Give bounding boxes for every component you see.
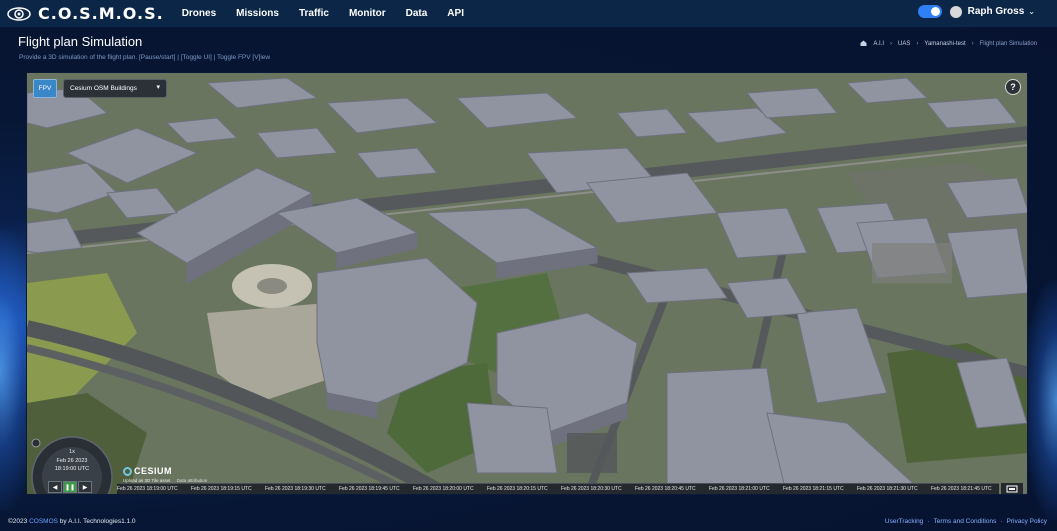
cesium-logo[interactable]: CESIUM xyxy=(123,466,172,476)
animation-date: Feb 26 2023 xyxy=(56,458,88,464)
home-icon[interactable] xyxy=(860,40,867,48)
timeline-label: Feb 26 2023 18:20:45 UTC xyxy=(635,486,696,492)
breadcrumb-item-aii[interactable]: A.I.I xyxy=(873,41,884,47)
copyright-prefix: ©2023 xyxy=(8,518,28,525)
layer-select[interactable]: Cesium OSM Buildings ▾ xyxy=(63,79,167,98)
fullscreen-icon xyxy=(1006,485,1018,493)
nav-missions[interactable]: Missions xyxy=(236,8,279,19)
timeline-label: Feb 26 2023 18:20:30 UTC xyxy=(561,486,622,492)
timeline-label: Feb 26 2023 18:21:15 UTC xyxy=(783,486,844,492)
breadcrumb-separator: › xyxy=(916,41,919,47)
user-name[interactable]: Raph Gross xyxy=(968,6,1025,17)
copyright: ©2023 COSMOS by A.I.I. Technologies1.1.0 xyxy=(8,518,136,525)
page-title: Flight plan Simulation xyxy=(18,34,143,49)
user-avatar[interactable] xyxy=(949,5,962,18)
footer-link-terms[interactable]: Terms and Conditions xyxy=(933,518,996,525)
rewind-button[interactable]: ◀ xyxy=(48,481,62,493)
animation-widget[interactable]: 1x Feb 26 2023 18:19:00 UTC ◀ ❚❚ ▶ xyxy=(30,435,114,494)
timeline-label: Feb 26 2023 18:19:00 UTC xyxy=(117,486,178,492)
nav-api[interactable]: API xyxy=(447,8,464,19)
user-area: Raph Gross ⌄ xyxy=(917,5,1035,18)
top-navbar: C.O.S.M.O.S. Drones Missions Traffic Mon… xyxy=(0,0,1057,27)
timeline-label: Feb 26 2023 18:20:00 UTC xyxy=(413,486,474,492)
chevron-down-icon: ▾ xyxy=(156,84,160,91)
breadcrumb-item-current: Flight plan Simulation xyxy=(979,41,1037,47)
footer: ©2023 COSMOS by A.I.I. Technologies1.1.0… xyxy=(0,512,1057,531)
animation-time: 18:19:00 UTC xyxy=(54,466,90,472)
layer-select-value: Cesium OSM Buildings xyxy=(70,85,137,92)
breadcrumb-item-project[interactable]: Yamanashi-test xyxy=(924,41,965,47)
help-button[interactable]: ? xyxy=(1005,79,1021,95)
breadcrumb: A.I.I › UAS › Yamanashi-test › Flight pl… xyxy=(860,40,1037,48)
nav-monitor[interactable]: Monitor xyxy=(349,8,386,19)
breadcrumb-separator: › xyxy=(971,41,974,47)
timeline-label: Feb 26 2023 18:21:30 UTC xyxy=(857,486,918,492)
footer-link-privacy[interactable]: Privacy Policy xyxy=(1007,518,1047,525)
timeline-label: Feb 26 2023 18:19:15 UTC xyxy=(191,486,252,492)
timeline[interactable]: Feb 26 2023 18:19:00 UTC Feb 26 2023 18:… xyxy=(117,483,999,494)
cesium-logo-text: CESIUM xyxy=(134,466,173,476)
nav-drones[interactable]: Drones xyxy=(182,8,216,19)
timeline-label: Feb 26 2023 18:19:45 UTC xyxy=(339,486,400,492)
footer-link-usertracking[interactable]: UserTracking xyxy=(885,518,923,525)
timeline-label: Feb 26 2023 18:20:15 UTC xyxy=(487,486,548,492)
nav-data[interactable]: Data xyxy=(406,8,428,19)
footer-separator: · xyxy=(1000,518,1003,525)
footer-links: UserTracking · Terms and Conditions · Pr… xyxy=(881,518,1047,525)
copyright-suffix: by A.I.I. Technologies1.1.0 xyxy=(59,518,136,525)
copyright-brand[interactable]: COSMOS xyxy=(29,518,58,525)
theme-toggle[interactable] xyxy=(917,5,942,18)
breadcrumb-item-uas[interactable]: UAS xyxy=(898,41,910,47)
cesium-3d-viewer[interactable]: FPV Cesium OSM Buildings ▾ ? 1x Feb 26 2… xyxy=(26,72,1028,495)
timeline-label: Feb 26 2023 18:21:45 UTC xyxy=(931,486,992,492)
fullscreen-button[interactable] xyxy=(1001,483,1023,494)
timeline-label: Feb 26 2023 18:19:30 UTC xyxy=(265,486,326,492)
animation-speed: 1x xyxy=(69,449,75,455)
brand-name[interactable]: C.O.S.M.O.S. xyxy=(38,4,164,23)
cesium-logo-icon xyxy=(123,466,132,476)
background-glow-right xyxy=(1023,280,1057,520)
page-subtitle: Provide a 3D simulation of the flight pl… xyxy=(19,54,271,61)
fpv-toggle-button[interactable]: FPV xyxy=(33,79,57,98)
pause-button[interactable]: ❚❚ xyxy=(63,481,77,493)
footer-separator: · xyxy=(927,518,930,525)
chevron-down-icon[interactable]: ⌄ xyxy=(1028,7,1035,16)
viewer-toolbar: FPV Cesium OSM Buildings ▾ xyxy=(33,79,167,98)
breadcrumb-separator: › xyxy=(890,41,893,47)
timeline-label: Feb 26 2023 18:21:00 UTC xyxy=(709,486,770,492)
play-button[interactable]: ▶ xyxy=(78,481,92,493)
nav-links: Drones Missions Traffic Monitor Data API xyxy=(182,8,484,19)
city-3d-scene[interactable] xyxy=(27,73,1028,495)
nav-traffic[interactable]: Traffic xyxy=(299,8,329,19)
cosmos-logo-icon[interactable] xyxy=(6,4,32,24)
animation-controls: ◀ ❚❚ ▶ xyxy=(48,481,93,493)
